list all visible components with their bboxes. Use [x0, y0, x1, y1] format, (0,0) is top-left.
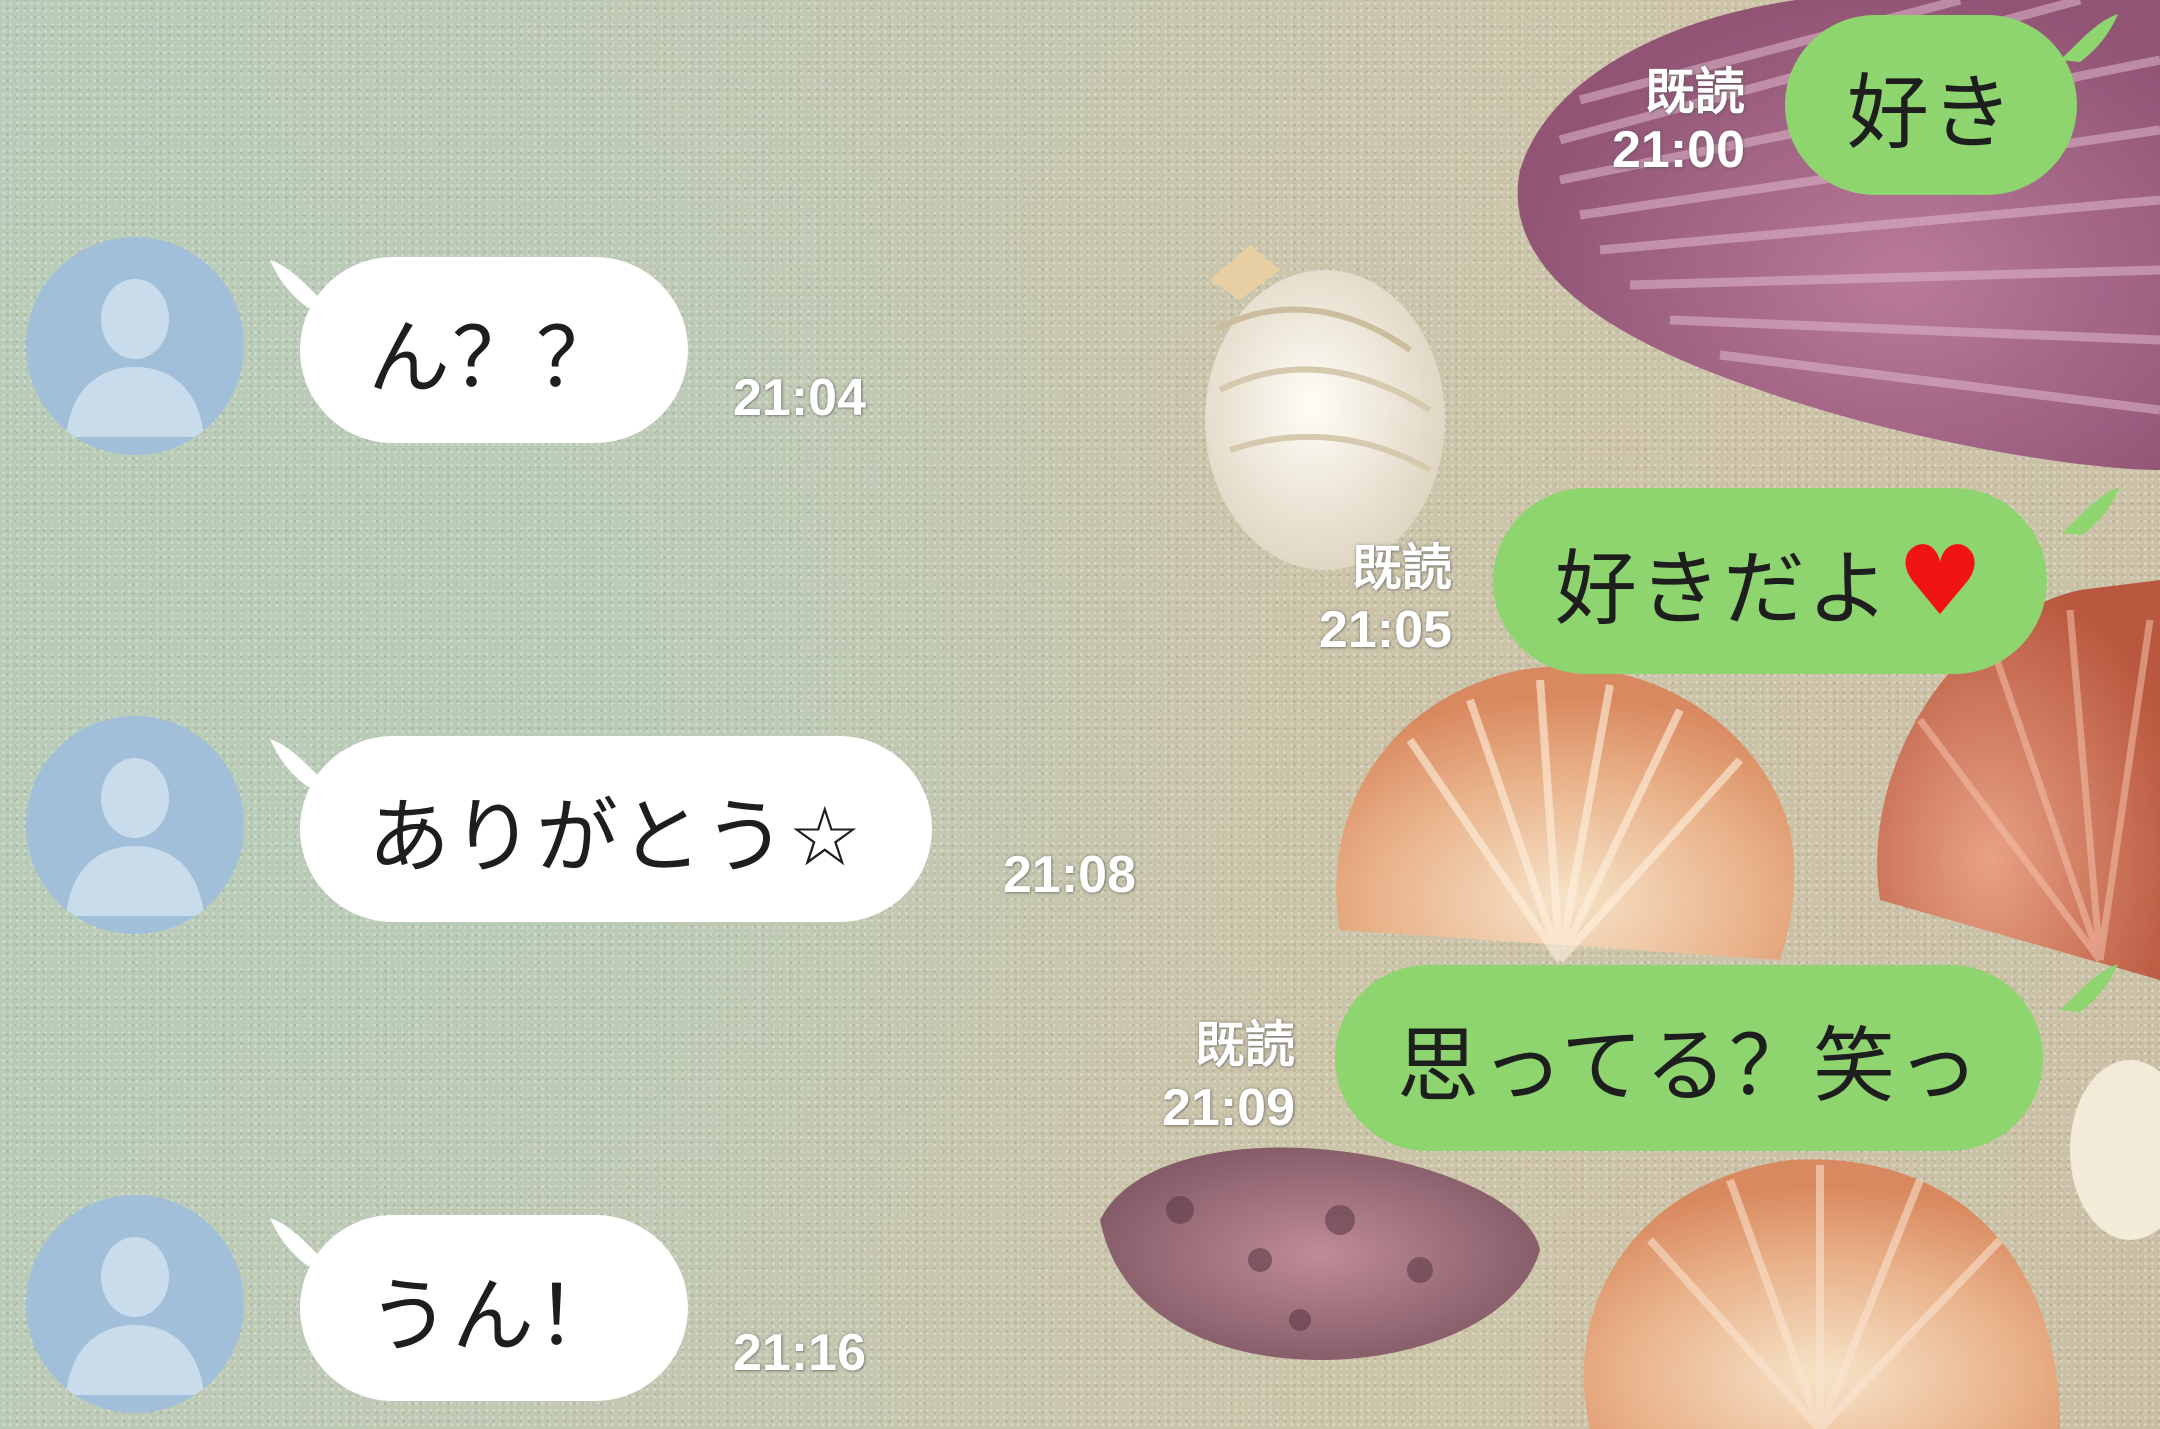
read-receipt: 既読: [1645, 63, 1745, 121]
incoming-message-bubble[interactable]: ん？？: [300, 257, 689, 443]
incoming-message-bubble[interactable]: うん！: [300, 1215, 689, 1401]
bubble-tail: [2062, 487, 2120, 535]
message-timestamp: 21:16: [733, 1324, 866, 1382]
message-text: うん！: [368, 1268, 621, 1364]
incoming-message-bubble[interactable]: ありがとう☆: [300, 736, 932, 922]
default-user-icon: [66, 1237, 204, 1395]
heart-emoji-icon: ♥: [1897, 525, 1986, 637]
read-receipt: 既読: [1195, 1016, 1295, 1074]
sand-texture: [0, 0, 2160, 1429]
outgoing-message-bubble[interactable]: 好き: [1785, 15, 2078, 195]
contact-avatar[interactable]: [26, 716, 244, 934]
bubble-tail: [2060, 964, 2118, 1012]
message-timestamp: 21:05: [1319, 601, 1452, 659]
message-timestamp: 21:08: [1003, 846, 1136, 904]
contact-avatar[interactable]: [26, 237, 244, 455]
message-timestamp: 21:04: [733, 369, 866, 427]
default-user-icon: [66, 279, 204, 437]
contact-avatar[interactable]: [26, 1195, 244, 1413]
message-text: 好き: [1847, 65, 2016, 161]
message-timestamp: 21:00: [1612, 121, 1745, 179]
chat-screen: 既読 21:00 好き ん？？ 21:04 既読 21:05 好きだよ ♥ あり…: [0, 0, 2160, 1429]
read-receipt: 既読: [1352, 539, 1452, 597]
outgoing-message-bubble[interactable]: 思ってる？笑っ: [1335, 965, 2043, 1151]
default-user-icon: [66, 758, 204, 916]
outgoing-message-bubble[interactable]: 好きだよ ♥: [1493, 488, 2048, 674]
message-text: ん？？: [368, 310, 621, 406]
message-text: 好きだよ: [1555, 541, 1892, 637]
message-text: 思ってる？笑っ: [1397, 1018, 1981, 1114]
bubble-tail: [2060, 14, 2118, 62]
message-text: ありがとう☆: [368, 789, 864, 885]
message-timestamp: 21:09: [1162, 1079, 1295, 1137]
